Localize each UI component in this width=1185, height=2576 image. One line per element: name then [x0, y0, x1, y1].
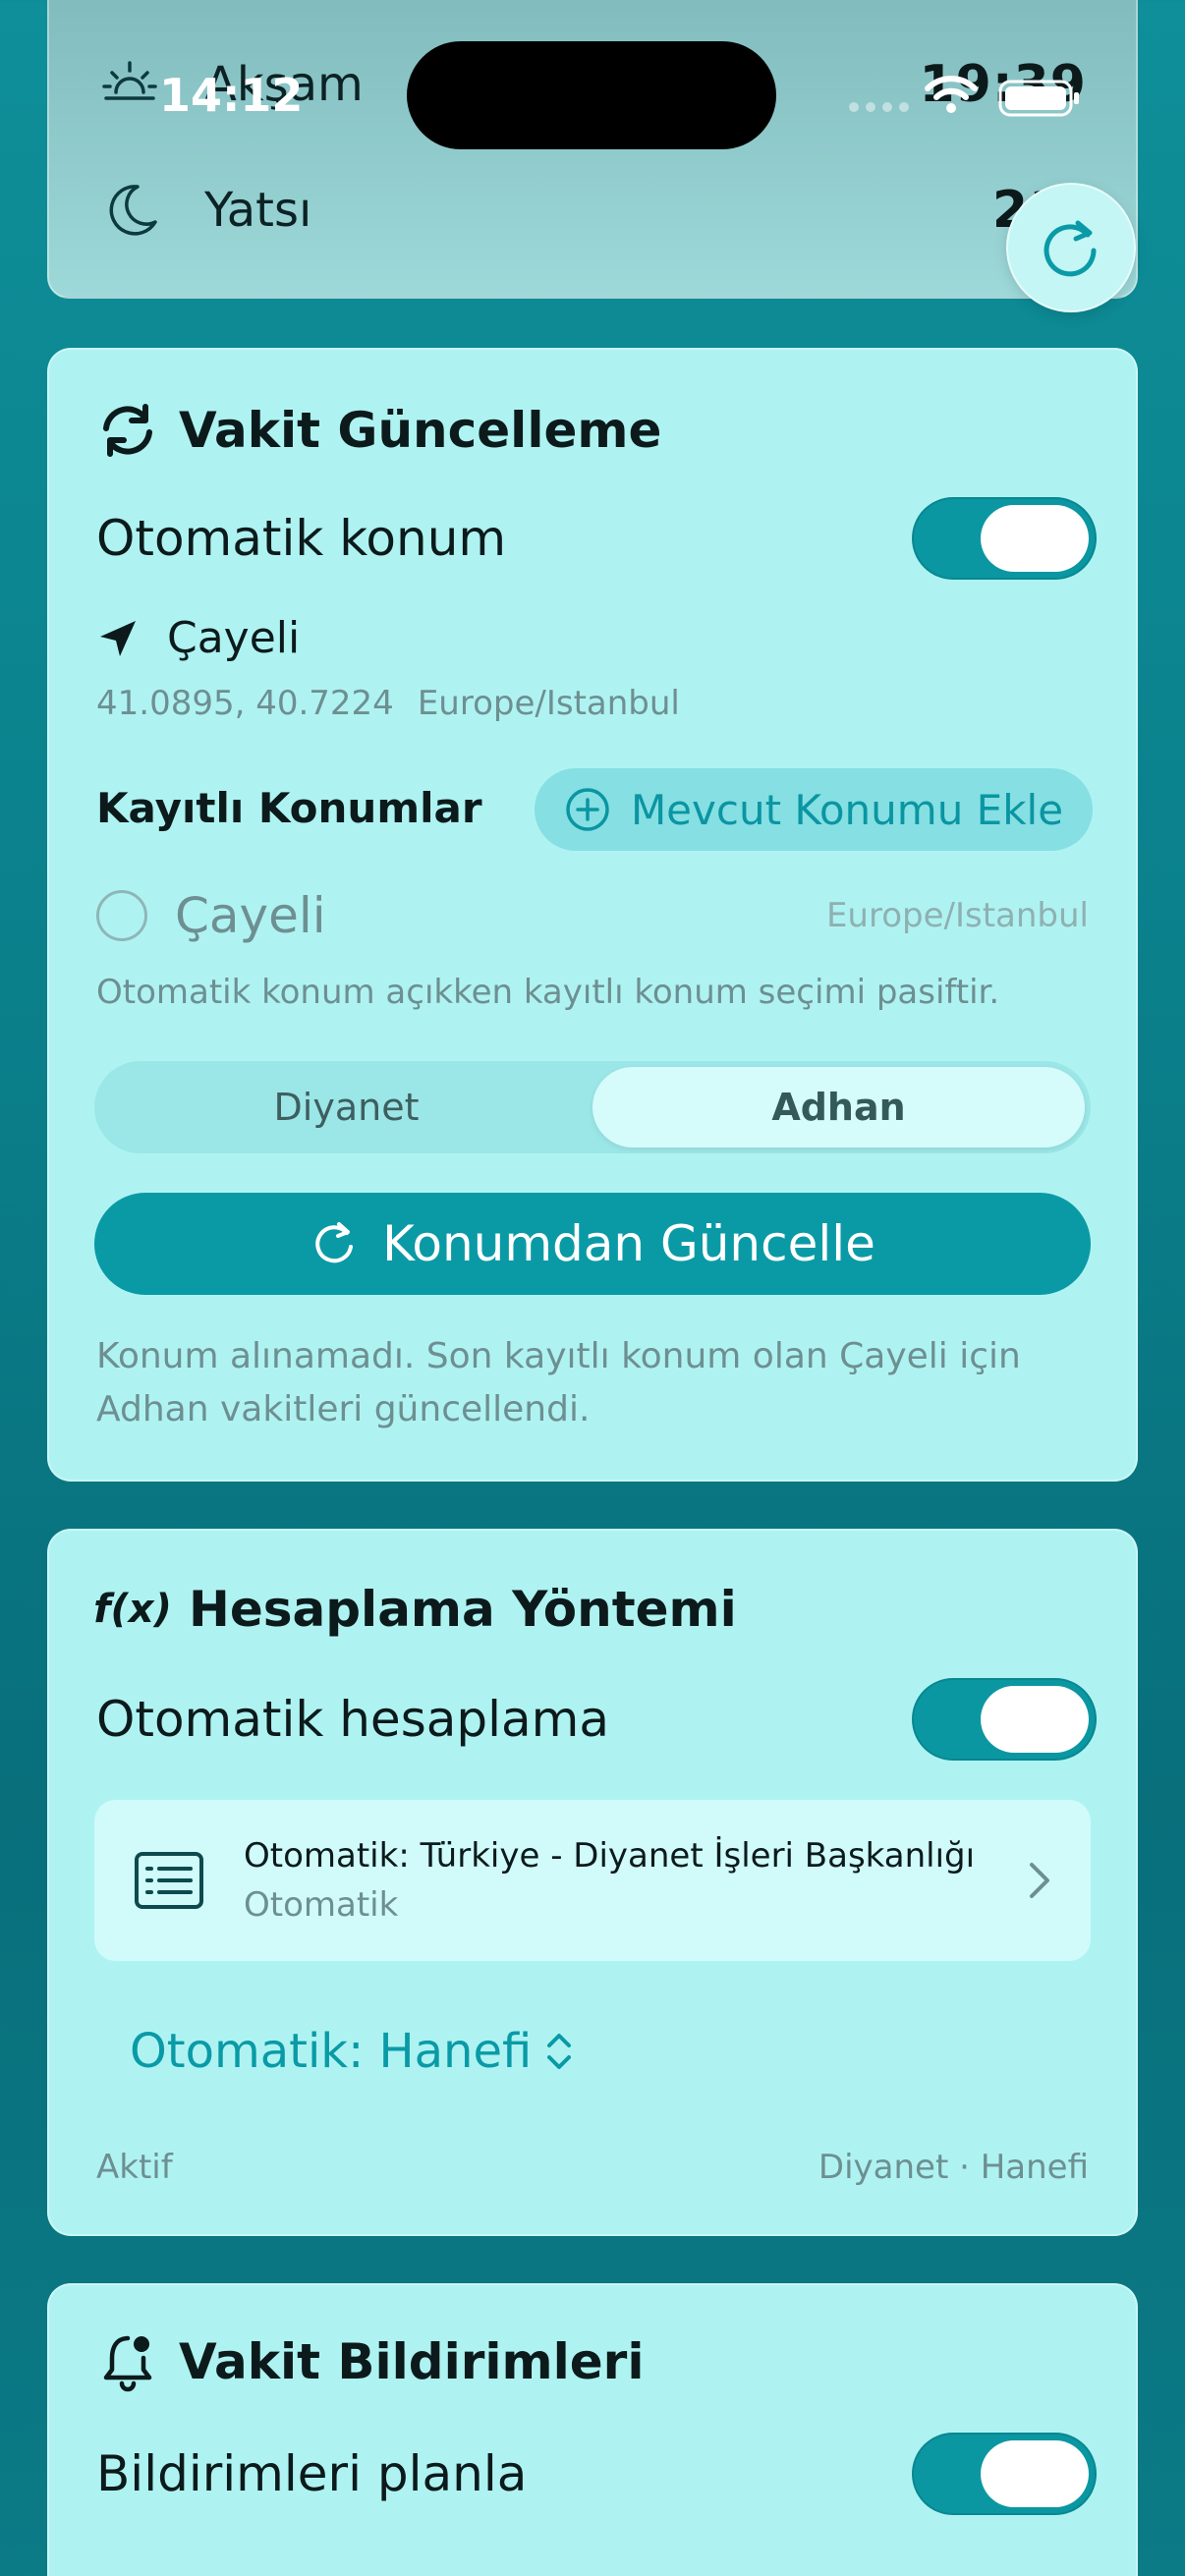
auto-location-label: Otomatik konum: [96, 510, 507, 567]
card-title: Hesaplama Yöntemi: [189, 1581, 737, 1638]
auto-calc-row: Otomatik hesaplama: [96, 1678, 1097, 1761]
notifications-card: Vakit Bildirimleri Bildirimleri planla: [47, 2283, 1138, 2576]
list-icon: [135, 1852, 203, 1909]
saved-location-name: Çayeli: [175, 887, 326, 944]
schedule-notifications-toggle[interactable]: [912, 2433, 1097, 2515]
method-selector-row[interactable]: Otomatik: Türkiye - Diyanet İşleri Başka…: [94, 1800, 1091, 1961]
method-status: Aktif: [96, 2148, 173, 2187]
prayer-name: Yatsı: [204, 183, 312, 238]
segment-diyanet[interactable]: Diyanet: [100, 1067, 592, 1148]
calculation-method-card: f(x) Hesaplama Yöntemi Otomatik hesaplam…: [47, 1529, 1138, 2236]
method-subtitle: Otomatik: [244, 1885, 399, 1925]
source-segmented-control: Diyanet Adhan: [94, 1061, 1091, 1153]
chevron-up-down-icon: [547, 2034, 572, 2069]
status-bar-time: 14:12: [159, 69, 304, 122]
location-coords: 41.0895, 40.7224: [96, 684, 394, 723]
radio-button[interactable]: [96, 890, 147, 941]
saved-location-item[interactable]: Çayeli Europe/Istanbul: [96, 876, 1089, 955]
method-status-footer: Aktif Diyanet · Hanefi: [96, 2148, 1089, 2187]
card-header: Vakit Güncelleme: [96, 399, 661, 462]
auto-calc-label: Otomatik hesaplama: [96, 1691, 609, 1748]
current-location-name: Çayeli: [167, 613, 301, 663]
prayer-row-yatsi: Yatsı 21:: [98, 171, 1087, 250]
location-arrow-icon: [100, 620, 136, 656]
madhab-value: Otomatik: Hanefi: [130, 2024, 533, 2079]
auto-location-toggle[interactable]: [912, 497, 1097, 580]
location-details: 41.0895, 40.7224 Europe/Istanbul: [96, 684, 680, 723]
location-update-card: Vakit Güncelleme Otomatik konum Çayeli 4…: [47, 348, 1138, 1482]
function-icon: f(x): [93, 1587, 172, 1632]
refresh-icon: [315, 1222, 354, 1263]
auto-calc-toggle[interactable]: [912, 1678, 1097, 1761]
update-button-label: Konumdan Güncelle: [382, 1215, 875, 1272]
auto-location-row: Otomatik konum: [96, 497, 1097, 580]
add-current-location-button[interactable]: Mevcut Konumu Ekle: [535, 768, 1093, 851]
method-title: Otomatik: Türkiye - Diyanet İşleri Başka…: [244, 1836, 976, 1876]
segment-adhan[interactable]: Adhan: [592, 1067, 1085, 1148]
battery-icon: [998, 80, 1079, 117]
method-summary: Diyanet · Hanefi: [818, 2148, 1089, 2187]
card-title: Vakit Bildirimleri: [179, 2333, 645, 2390]
plus-circle-icon: [566, 788, 609, 831]
current-location: Çayeli: [96, 613, 300, 663]
sync-icon: [103, 404, 152, 457]
refresh-icon: [1044, 220, 1097, 277]
sunset-icon: [102, 61, 157, 100]
update-from-location-button[interactable]: Konumdan Güncelle: [94, 1193, 1091, 1295]
cellular-signal-icon: [849, 102, 909, 112]
chevron-right-icon: [1030, 1863, 1049, 1898]
card-header: f(x) Hesaplama Yöntemi: [93, 1578, 737, 1641]
card-header: Vakit Bildirimleri: [96, 2330, 644, 2393]
saved-locations-title: Kayıtlı Konumlar: [96, 784, 482, 832]
location-timezone: Europe/Istanbul: [417, 684, 680, 723]
add-location-label: Mevcut Konumu Ekle: [630, 785, 1064, 834]
saved-location-timezone: Europe/Istanbul: [825, 896, 1089, 935]
bell-badge-icon: [103, 2335, 152, 2392]
auto-location-note: Otomatik konum açıkken kayıtlı konum seç…: [96, 973, 1000, 1012]
card-title: Vakit Güncelleme: [179, 402, 662, 459]
refresh-button[interactable]: [1006, 183, 1136, 312]
dynamic-island: [407, 41, 776, 149]
schedule-notifications-label: Bildirimleri planla: [96, 2445, 528, 2502]
moon-icon: [109, 185, 157, 236]
schedule-notifications-row: Bildirimleri planla: [96, 2433, 1097, 2515]
madhab-picker[interactable]: Otomatik: Hanefi: [130, 2024, 573, 2079]
update-status-message: Konum alınamadı. Son kayıtlı konum olan …: [96, 1336, 1021, 1429]
wifi-icon: [925, 76, 978, 113]
